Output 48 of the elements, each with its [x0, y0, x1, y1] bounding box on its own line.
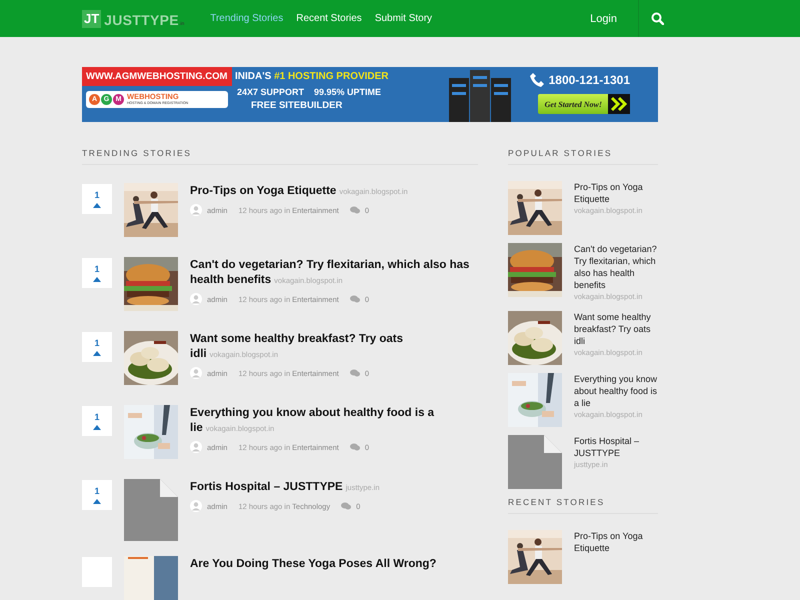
story-title[interactable]: Are You Doing These Yoga Poses All Wrong?	[190, 556, 478, 571]
document-icon[interactable]	[508, 435, 562, 489]
avatar-icon	[190, 500, 202, 512]
vote-box[interactable]: 1	[82, 184, 112, 214]
comments-icon	[350, 295, 360, 303]
upvote-icon	[93, 276, 101, 282]
vote-box[interactable]: 1	[82, 258, 112, 288]
avatar-icon	[190, 367, 202, 379]
banner-feature: 24X7 SUPPORT	[237, 87, 304, 97]
story-title[interactable]: Can't do vegetarian? Try flexitarian, which also has health benefits	[574, 243, 658, 291]
nav-link[interactable]: Submit Story	[374, 13, 432, 24]
banner-feature: 99.95% UPTIME	[314, 87, 382, 97]
banner-url: WWW.AGMWEBHOSTING.COM	[82, 67, 232, 86]
story-title[interactable]: Pro-Tips on Yoga Etiquette	[574, 530, 658, 554]
logo-text[interactable]: JUSTTYPE	[104, 12, 179, 28]
banner-feature: FREE SITEBUILDER	[251, 100, 344, 111]
comments-icon	[350, 369, 360, 377]
avatar-icon	[190, 293, 202, 305]
search-icon	[651, 12, 664, 25]
get-started-button[interactable]: Get Started Now!	[538, 94, 630, 114]
vote-box[interactable]: 1	[82, 406, 112, 436]
comments-icon	[350, 206, 360, 214]
banner-headline: INIDA'S #1 HOSTING PROVIDER	[235, 71, 390, 82]
section-title: POPULAR STORIES	[508, 148, 658, 165]
chevrons-icon	[608, 94, 630, 114]
story-title[interactable]: Pro-Tips on Yoga Etiquette	[574, 181, 658, 205]
upvote-icon	[93, 350, 101, 356]
nav-link[interactable]: Recent Stories	[296, 13, 362, 24]
avatar-icon	[190, 441, 202, 453]
comments-icon	[341, 502, 352, 510]
avatar-icon	[190, 204, 202, 216]
comments-icon	[350, 443, 360, 451]
story-title[interactable]: Everything you know about healthy food is a lie	[574, 373, 658, 409]
vote-box[interactable]: 1	[82, 332, 112, 362]
document-icon[interactable]	[124, 479, 178, 541]
logo-mark[interactable]: JT	[82, 10, 102, 28]
phone-icon	[528, 72, 545, 88]
nav-link[interactable]: Trending Stories	[210, 13, 284, 24]
section-title: TRENDING STORIES	[82, 148, 478, 165]
login-link[interactable]: Login	[590, 12, 617, 24]
upvote-icon	[93, 202, 101, 208]
section-title: RECENT STORIES	[508, 497, 658, 514]
vote-box[interactable]: 1	[82, 480, 112, 510]
upvote-icon	[93, 498, 101, 504]
phone-number: 1800-121-1301	[548, 73, 630, 87]
story-title[interactable]: Want some healthy breakfast? Try oats idli	[574, 311, 658, 347]
story-title[interactable]: Fortis Hospital – JUSTTYPE	[574, 435, 658, 459]
upvote-icon	[93, 424, 101, 430]
